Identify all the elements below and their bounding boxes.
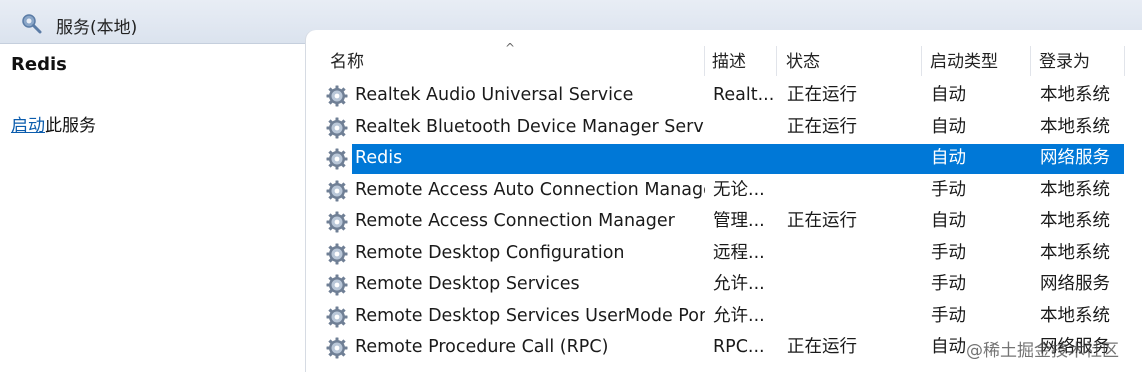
start-service-suffix: 此服务 xyxy=(45,116,96,136)
service-status xyxy=(787,238,897,270)
service-startup-type: 自动 xyxy=(931,211,966,231)
service-name: Remote Desktop Configuration xyxy=(355,242,625,263)
service-row[interactable]: Remote Desktop Services 允许... 手动 网络服务 xyxy=(306,269,1142,301)
services-list-pane: ^ 名称 描述 状态 启动类型 登录为 Realtek Audio Univer… xyxy=(306,30,1142,372)
service-rows: Realtek Audio Universal Service Realt...… xyxy=(306,80,1142,364)
service-status xyxy=(787,175,897,207)
service-description: 允许... xyxy=(713,305,765,326)
service-startup-type: 手动 xyxy=(931,242,966,263)
column-divider[interactable] xyxy=(704,46,705,76)
service-logon-as: 本地系统 xyxy=(1040,116,1110,137)
service-row[interactable]: Remote Desktop Configuration 远程... 手动 本地… xyxy=(306,238,1142,270)
service-description: Realt... xyxy=(713,85,775,105)
service-row[interactable]: Remote Desktop Services UserMode Por... … xyxy=(306,301,1142,333)
selected-service-name: Redis xyxy=(11,54,67,75)
service-status xyxy=(787,143,897,175)
service-gear-icon xyxy=(326,85,348,107)
service-name: Remote Desktop Services xyxy=(355,274,580,294)
service-status: 正在运行 xyxy=(787,337,857,357)
service-logon-as: 本地系统 xyxy=(1040,305,1110,326)
service-name: Remote Access Connection Manager xyxy=(355,211,675,231)
service-logon-as: 本地系统 xyxy=(1040,179,1110,200)
service-gear-icon xyxy=(326,243,348,264)
column-divider[interactable] xyxy=(776,46,777,76)
service-startup-type: 自动 xyxy=(931,116,966,137)
service-status xyxy=(787,269,897,301)
service-description: 无论... xyxy=(713,179,765,200)
start-service-link[interactable]: 启动 xyxy=(11,116,45,136)
service-name: Realtek Audio Universal Service xyxy=(355,85,634,105)
service-name: Realtek Bluetooth Device Manager Servi..… xyxy=(355,116,705,137)
service-logon-as: 本地系统 xyxy=(1040,242,1110,263)
service-logon-as: 网络服务 xyxy=(1040,148,1110,168)
start-service-action: 启动此服务 xyxy=(11,111,96,136)
watermark: @稀土掘金技术社区 xyxy=(966,341,1119,361)
service-gear-icon xyxy=(326,117,348,138)
service-status: 正在运行 xyxy=(787,116,857,137)
service-description: 远程... xyxy=(713,242,765,263)
column-divider[interactable] xyxy=(1030,46,1031,76)
service-description xyxy=(713,143,775,175)
service-name: Remote Access Auto Connection Manager xyxy=(355,179,705,200)
service-status: 正在运行 xyxy=(787,211,857,231)
service-row[interactable]: Realtek Bluetooth Device Manager Servi..… xyxy=(306,112,1142,144)
service-description xyxy=(713,112,775,144)
service-gear-icon xyxy=(326,180,348,201)
column-header-startup-type[interactable]: 启动类型 xyxy=(924,44,1030,78)
service-startup-type: 自动 xyxy=(931,85,966,105)
service-row[interactable]: Remote Access Auto Connection Manager 无论… xyxy=(306,175,1142,207)
service-status: 正在运行 xyxy=(787,85,857,105)
service-logon-as: 本地系统 xyxy=(1040,211,1110,231)
service-description: 允许... xyxy=(713,274,765,294)
column-divider[interactable] xyxy=(1124,46,1125,76)
service-row[interactable]: Redis 自动 网络服务 xyxy=(306,143,1142,175)
list-header: ^ 名称 描述 状态 启动类型 登录为 xyxy=(306,42,1142,78)
column-divider[interactable] xyxy=(921,46,922,76)
window-title: 服务(本地) xyxy=(56,18,138,38)
service-name: Redis xyxy=(355,148,403,168)
service-startup-type: 手动 xyxy=(931,274,966,294)
service-name: Remote Desktop Services UserMode Por... xyxy=(355,305,705,326)
column-header-name[interactable]: 名称 xyxy=(324,44,704,78)
service-gear-icon xyxy=(326,306,348,327)
service-row[interactable]: Remote Access Connection Manager 管理... 正… xyxy=(306,206,1142,238)
service-row[interactable]: Realtek Audio Universal Service Realt...… xyxy=(306,80,1142,112)
column-header-description[interactable]: 描述 xyxy=(706,44,776,78)
service-status xyxy=(787,301,897,333)
service-gear-icon xyxy=(326,148,348,170)
column-header-status[interactable]: 状态 xyxy=(780,44,920,78)
service-logon-as: 网络服务 xyxy=(1040,274,1110,294)
column-header-logon-as[interactable]: 登录为 xyxy=(1033,44,1133,78)
service-startup-type: 手动 xyxy=(931,305,966,326)
service-description: 管理... xyxy=(713,211,765,231)
service-gear-icon xyxy=(326,337,348,359)
service-startup-type: 自动 xyxy=(931,148,966,168)
service-name: Remote Procedure Call (RPC) xyxy=(355,337,609,357)
gear-search-icon xyxy=(22,14,42,34)
service-description: RPC... xyxy=(713,337,765,357)
service-gear-icon xyxy=(326,274,348,296)
service-detail-pane: Redis 启动此服务 xyxy=(0,44,306,372)
service-logon-as: 本地系统 xyxy=(1040,85,1110,105)
service-startup-type: 手动 xyxy=(931,179,966,200)
service-gear-icon xyxy=(326,211,348,233)
